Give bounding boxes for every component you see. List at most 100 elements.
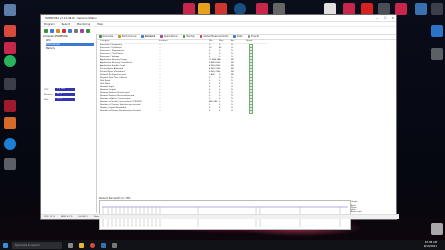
save-icon[interactable] (68, 28, 72, 33)
table-cell: 0 (219, 59, 221, 61)
app-icon-top-13[interactable] (431, 3, 443, 15)
status-time: 00:38:11 (78, 216, 88, 218)
monitor-task-icon[interactable] (112, 242, 117, 248)
table-cell: 0 (209, 104, 211, 106)
table-cell: — (159, 83, 161, 85)
tab-overview[interactable]: Overview (99, 35, 113, 38)
taskbar-clock[interactable]: 10:38 AM 9/13/2021 (424, 241, 437, 248)
taskbar-search-input[interactable]: Type here to search (12, 241, 62, 249)
tree-item-memory[interactable]: Memory (46, 47, 55, 50)
app-icon-orange[interactable] (4, 117, 16, 129)
table-row[interactable]: Number of Frames Rendered per Second — 0 0% (99, 110, 267, 115)
table-cell: 0 (219, 80, 221, 82)
recycle-bin-icon[interactable] (4, 4, 16, 16)
menu-program[interactable]: Program (44, 23, 55, 26)
col-graph[interactable]: Graph (246, 40, 252, 42)
app-task-icon[interactable] (101, 242, 106, 248)
minimize-button[interactable]: — (376, 15, 379, 21)
tree-item-motherboard[interactable]: Motherboard (46, 43, 94, 46)
chrome-icon[interactable] (4, 25, 16, 37)
col-instance[interactable]: Instance (159, 40, 168, 42)
tree-item-computer[interactable]: Computer (HWiNFO64) (43, 35, 68, 38)
table-cell: % (231, 44, 233, 46)
tab-global-measurements[interactable]: Global Measurements (199, 35, 228, 38)
app-icon-right-3[interactable] (431, 223, 443, 235)
table-cell: 0 (209, 80, 211, 82)
app-icon-gray[interactable] (4, 158, 16, 170)
app-icon-right-1[interactable] (431, 25, 443, 37)
maximize-button[interactable]: ☐ (384, 15, 387, 21)
table-cell: 4.940.130 (209, 68, 220, 70)
table-cell: 0 (209, 44, 211, 46)
tab-sensors[interactable]: Sensors (141, 35, 155, 38)
clock-time: 10:38 AM (424, 241, 437, 244)
title-bar[interactable]: HWiNFO64 v7.14-4610 - Sensors Status — ☐… (41, 15, 396, 22)
tab-events[interactable]: Events (247, 35, 259, 38)
help-icon[interactable] (86, 28, 90, 33)
table-cell: KB (231, 59, 234, 61)
windows-start-icon[interactable] (3, 242, 8, 248)
table-cell: 0 (209, 86, 211, 88)
table-cell: % (231, 101, 233, 103)
table-cell: Number of Socket Connections (TCP/UDP) (100, 101, 142, 103)
tab-performance[interactable]: Performance (118, 35, 136, 38)
tab-icon (118, 35, 121, 38)
table-cell: 0 (209, 50, 211, 52)
left-pane: Computer (HWiNFO64) CPU Motherboard Memo… (41, 34, 97, 213)
col-min[interactable]: Min (209, 40, 213, 42)
table-cell: % (231, 47, 233, 49)
table-cell: Processor / Clock Ratio (100, 53, 123, 55)
back-icon[interactable] (44, 28, 48, 33)
table-cell: Disk Read (100, 80, 110, 82)
forward-icon[interactable] (50, 28, 54, 33)
table-cell: KB (231, 68, 234, 70)
table-cell: Network Output (100, 89, 116, 91)
edge-icon[interactable] (4, 138, 16, 150)
task-view-icon[interactable] (68, 242, 73, 248)
table-cell: 0 (219, 86, 221, 88)
table-cell: % (231, 83, 233, 85)
table-cell: % (231, 86, 233, 88)
table-cell: Network Packets Sent/second (100, 92, 130, 94)
browser-icon[interactable] (90, 242, 95, 248)
stat-bar-disk: 12 % (55, 98, 75, 101)
tab-icon (233, 35, 236, 38)
tree-item-cpu[interactable]: CPU (46, 39, 50, 42)
table-cell: Network Input (100, 86, 115, 88)
table-cell: Number of Active Connections (100, 98, 131, 100)
graph-checkbox[interactable] (249, 110, 253, 115)
col-act[interactable]: Act (231, 40, 234, 42)
table-cell: Processor / Voltage (100, 56, 120, 58)
table-cell: Display Output Bandwidth (100, 107, 127, 109)
stop-icon[interactable] (62, 28, 66, 33)
settings-icon[interactable] (80, 28, 84, 33)
file-explorer-icon[interactable] (79, 242, 84, 248)
close-button[interactable]: ✕ (391, 15, 394, 21)
tab-startup[interactable]: Startup (182, 35, 195, 38)
app-icon-right-2[interactable] (431, 48, 443, 60)
table-cell: — (159, 44, 161, 46)
menu-monitoring[interactable]: Monitoring (77, 23, 90, 26)
whatsapp-icon[interactable] (4, 55, 16, 67)
graph-option-autoscale[interactable]: Auto-scale (351, 211, 391, 213)
tab-label: Startup (186, 35, 195, 38)
app-icon-dark[interactable] (4, 78, 16, 90)
col-category[interactable]: Category (100, 40, 110, 42)
refresh-icon[interactable] (56, 28, 60, 33)
table-cell: Network Rx Bytes/second (100, 74, 126, 76)
tab-stats[interactable]: Stats (233, 35, 243, 38)
table-cell: 3.880.620 (209, 62, 220, 64)
print-icon[interactable] (74, 28, 78, 33)
tab-label: Performance (121, 35, 137, 38)
app-icon-red[interactable] (4, 42, 16, 54)
app-icon-maroon[interactable] (4, 100, 16, 112)
app-icon-top-12[interactable] (415, 3, 427, 15)
table-cell: — (159, 65, 161, 67)
tab-applications[interactable]: Applications (160, 35, 178, 38)
table-cell: % (231, 50, 233, 52)
table-cell: % (231, 80, 233, 82)
col-max[interactable]: Max (219, 40, 223, 42)
table-cell: Processor / Utilization (100, 47, 122, 49)
menu-help[interactable]: Help (97, 23, 103, 26)
menu-report[interactable]: Report (62, 23, 70, 26)
